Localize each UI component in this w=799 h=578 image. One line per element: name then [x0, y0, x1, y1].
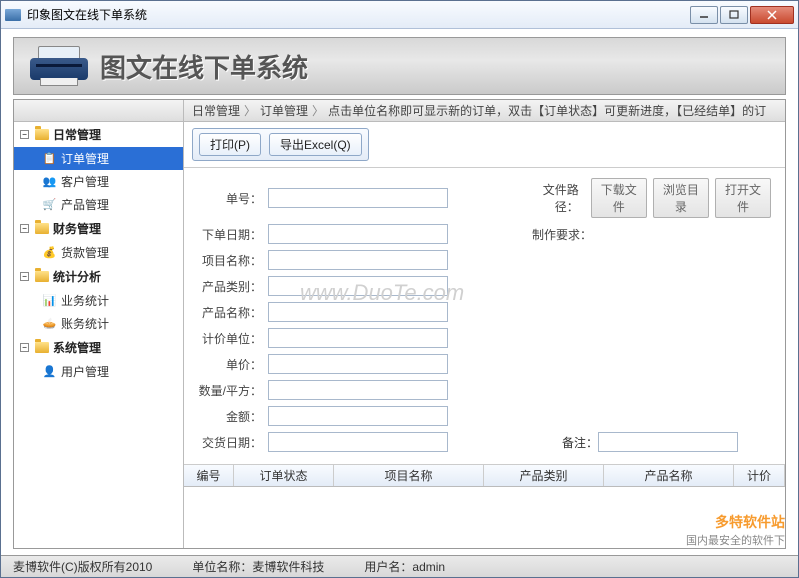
- qty-input[interactable]: [268, 380, 448, 400]
- money-icon: 💰: [42, 246, 57, 260]
- label-category: 产品类别：: [198, 278, 268, 295]
- amount-input[interactable]: [268, 406, 448, 426]
- users-icon: 👤: [42, 365, 57, 379]
- chevron-right-icon: 〉: [312, 102, 324, 119]
- label-price: 单价：: [198, 356, 268, 373]
- sidebar-item-products[interactable]: 🛒 产品管理: [14, 193, 183, 216]
- col-status[interactable]: 订单状态: [234, 465, 334, 486]
- label-project: 项目名称：: [198, 252, 268, 269]
- label-remark: 备注：: [558, 434, 598, 451]
- collapse-icon[interactable]: −: [20, 224, 29, 233]
- col-id[interactable]: 编号: [184, 465, 234, 486]
- label-requirement: 制作要求：: [528, 226, 598, 243]
- col-project[interactable]: 项目名称: [334, 465, 484, 486]
- label-qty: 数量/平方：: [198, 382, 268, 399]
- project-input[interactable]: [268, 250, 448, 270]
- breadcrumb-b: 订单管理: [260, 102, 308, 119]
- label-unit: 计价单位：: [198, 330, 268, 347]
- header-banner: 图文在线下单系统: [13, 37, 786, 95]
- sidebar-item-label: 业务统计: [61, 292, 109, 309]
- sidebar-group-finance[interactable]: − 财务管理: [14, 216, 183, 241]
- product-input[interactable]: [268, 302, 448, 322]
- label-filepath: 文件路径：: [528, 181, 585, 215]
- sidebar-item-customers[interactable]: 👥 客户管理: [14, 170, 183, 193]
- sidebar-item-label: 货款管理: [61, 244, 109, 261]
- sidebar-item-label: 订单管理: [61, 150, 109, 167]
- customer-icon: 👥: [42, 175, 57, 189]
- breadcrumb-a: 日常管理: [192, 102, 240, 119]
- sidebar-group-system[interactable]: − 系统管理: [14, 335, 183, 360]
- order-form: 单号： 文件路径： 下载文件 浏览目录 打开文件 下单日期：: [184, 168, 785, 464]
- sidebar-header: [14, 100, 183, 122]
- app-icon: [5, 9, 21, 21]
- main-panel: 日常管理 〉 订单管理 〉 点击单位名称即可显示新的订单，双击【订单状态】可更新…: [184, 100, 785, 548]
- banner-title: 图文在线下单系统: [100, 48, 308, 85]
- label-product: 产品名称：: [198, 304, 268, 321]
- user-info: 用户名：admin: [364, 558, 445, 575]
- status-bar: 麦博软件(C)版权所有2010 单位名称：麦博软件科技 用户名：admin: [1, 555, 798, 577]
- sidebar-group-daily[interactable]: − 日常管理: [14, 122, 183, 147]
- folder-icon: [35, 342, 49, 353]
- sidebar-item-label: 用户管理: [61, 363, 109, 380]
- order-icon: 📋: [42, 152, 57, 166]
- sidebar-item-account-stats[interactable]: 🥧 账务统计: [14, 312, 183, 335]
- price-input[interactable]: [268, 354, 448, 374]
- printer-icon: [30, 46, 88, 86]
- sidebar-item-label: 产品管理: [61, 196, 109, 213]
- label-order-no: 单号：: [198, 190, 268, 207]
- category-input[interactable]: [268, 276, 448, 296]
- chevron-right-icon: 〉: [244, 102, 256, 119]
- unit-input[interactable]: [268, 328, 448, 348]
- export-excel-button[interactable]: 导出Excel(Q): [269, 133, 362, 156]
- sidebar-item-payments[interactable]: 💰 货款管理: [14, 241, 183, 264]
- print-button[interactable]: 打印(P): [199, 133, 261, 156]
- sidebar-group-stats[interactable]: − 统计分析: [14, 264, 183, 289]
- collapse-icon[interactable]: −: [20, 272, 29, 281]
- sidebar-item-label: 客户管理: [61, 173, 109, 190]
- sidebar-item-label: 账务统计: [61, 315, 109, 332]
- sidebar: − 日常管理 📋 订单管理 👥 客户管理 🛒 产品管理: [14, 100, 184, 548]
- company-info: 单位名称：麦博软件科技: [192, 558, 324, 575]
- barchart-icon: 📊: [42, 294, 57, 308]
- group-label: 财务管理: [53, 220, 101, 237]
- download-file-button[interactable]: 下载文件: [591, 178, 647, 218]
- group-label: 日常管理: [53, 126, 101, 143]
- folder-icon: [35, 223, 49, 234]
- group-label: 统计分析: [53, 268, 101, 285]
- order-date-input[interactable]: [268, 224, 448, 244]
- breadcrumb: 日常管理 〉 订单管理 〉 点击单位名称即可显示新的订单，双击【订单状态】可更新…: [184, 100, 785, 122]
- breadcrumb-hint: 点击单位名称即可显示新的订单，双击【订单状态】可更新进度，【已经结单】的订: [328, 102, 766, 119]
- product-icon: 🛒: [42, 198, 57, 212]
- group-label: 系统管理: [53, 339, 101, 356]
- delivery-input[interactable]: [268, 432, 448, 452]
- titlebar: 印象图文在线下单系统: [1, 1, 798, 29]
- open-file-button[interactable]: 打开文件: [715, 178, 771, 218]
- label-amount: 金额：: [198, 408, 268, 425]
- label-order-date: 下单日期：: [198, 226, 268, 243]
- sidebar-item-orders[interactable]: 📋 订单管理: [14, 147, 183, 170]
- collapse-icon[interactable]: −: [20, 130, 29, 139]
- label-delivery: 交货日期：: [198, 434, 268, 451]
- maximize-button[interactable]: [720, 6, 748, 24]
- order-no-input[interactable]: [268, 188, 448, 208]
- piechart-icon: 🥧: [42, 317, 57, 331]
- folder-icon: [35, 129, 49, 140]
- remark-input[interactable]: [598, 432, 738, 452]
- col-pricing[interactable]: 计价: [734, 465, 785, 486]
- sidebar-item-users[interactable]: 👤 用户管理: [14, 360, 183, 383]
- folder-icon: [35, 271, 49, 282]
- table-header: 编号 订单状态 项目名称 产品类别 产品名称 计价: [184, 465, 785, 487]
- copyright: 麦博软件(C)版权所有2010: [13, 558, 152, 575]
- browse-dir-button[interactable]: 浏览目录: [653, 178, 709, 218]
- col-product[interactable]: 产品名称: [604, 465, 734, 486]
- collapse-icon[interactable]: −: [20, 343, 29, 352]
- duote-badge: 多特软件站 国内最安全的软件下: [686, 512, 785, 548]
- col-category[interactable]: 产品类别: [484, 465, 604, 486]
- minimize-button[interactable]: [690, 6, 718, 24]
- window-title: 印象图文在线下单系统: [27, 6, 690, 23]
- close-button[interactable]: [750, 6, 794, 24]
- sidebar-item-business-stats[interactable]: 📊 业务统计: [14, 289, 183, 312]
- toolbar: 打印(P) 导出Excel(Q): [184, 122, 785, 168]
